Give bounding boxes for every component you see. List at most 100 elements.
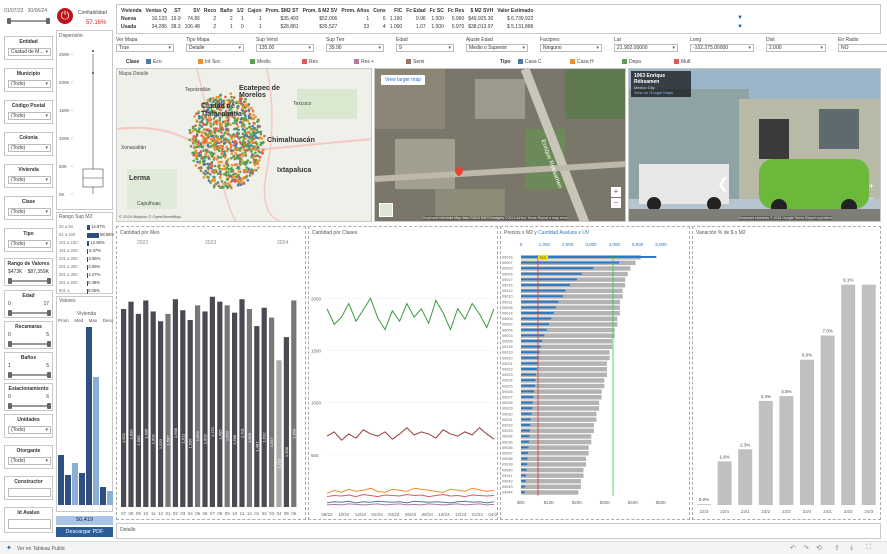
- rango-slider[interactable]: [8, 278, 51, 284]
- vivienda-dropdown[interactable]: (Todo): [8, 176, 51, 184]
- kpi-row-usada[interactable]: Usada 34,286 38.3 106.48 2 1 0 1 $28,881 $35,527 2…: [119, 23, 535, 31]
- edad-slider[interactable]: [8, 310, 51, 316]
- power-icon[interactable]: ⏻: [57, 8, 73, 24]
- param-input[interactable]: 9: [396, 44, 454, 52]
- kpi-header-cell[interactable]: Ventas Q: [143, 7, 168, 15]
- kpi-header-cell[interactable]: Cajon: [246, 7, 264, 15]
- bar-count: [521, 295, 563, 298]
- share-icon[interactable]: ⇪: [834, 544, 840, 552]
- param-input[interactable]: Detalle: [186, 44, 244, 52]
- rango-row[interactable]: 201 a 250 2.86%: [57, 256, 114, 263]
- param-input[interactable]: -102.275.00000: [690, 44, 754, 52]
- cp-dropdown[interactable]: (Todo): [8, 112, 51, 120]
- param-input[interactable]: 2,000: [766, 44, 826, 52]
- legend-item[interactable]: Casa C: [518, 59, 542, 65]
- param-input[interactable]: Ninguno: [540, 44, 602, 52]
- undo-icon[interactable]: ↶: [790, 544, 796, 552]
- map-dot: [211, 137, 215, 141]
- chart-variacion-svg[interactable]: 0.0% 22/3 1.8% 22/4 2.3% 23/1 4.3% 23/2 4.5% 23/3…: [693, 237, 880, 519]
- kpi-header-cell[interactable]: FIC: [388, 7, 405, 15]
- legend-item[interactable]: Mult: [674, 59, 690, 65]
- chart-clases-svg[interactable]: 2000 1500 1000 500 08/22 10/22 12/22 02/23 04/23…: [309, 237, 497, 519]
- download-icon[interactable]: ⤓: [850, 544, 853, 552]
- sort-icon[interactable]: ▼: [737, 15, 743, 21]
- idavaluo-input[interactable]: [8, 519, 51, 529]
- download-pdf-button[interactable]: Descargar PDF: [56, 527, 113, 537]
- map-dot: [217, 184, 221, 188]
- fullscreen-icon[interactable]: ⛶: [866, 544, 871, 552]
- kpi-header-cell[interactable]: $ M2 SVH: [466, 7, 495, 15]
- zoom-out-button[interactable]: −: [611, 198, 621, 208]
- rango-row[interactable]: 151 a 200 5.37%: [57, 248, 114, 255]
- unidades-dropdown[interactable]: (Todo): [8, 426, 51, 434]
- sv-link[interactable]: View on Google Maps: [634, 90, 688, 95]
- map-type-thumbnail[interactable]: [379, 203, 393, 217]
- clase-dropdown[interactable]: (Todo): [8, 208, 51, 216]
- estac-slider[interactable]: [8, 403, 51, 409]
- municipio-dropdown[interactable]: (Todo): [8, 80, 51, 88]
- revert-icon[interactable]: ⟲: [816, 544, 822, 552]
- legend-item[interactable]: Semi: [406, 59, 424, 65]
- param-input[interactable]: 135.00: [256, 44, 314, 52]
- sv-arrow-left-icon[interactable]: ❮: [717, 175, 729, 192]
- view-larger-map-button[interactable]: View larger map: [381, 75, 426, 85]
- zoom-in-button[interactable]: +: [611, 187, 621, 197]
- rango-row[interactable]: 51 a 100 58.56%: [57, 232, 114, 239]
- tableau-link[interactable]: Ver en Tableau Public: [17, 546, 65, 552]
- kpi-header-cell[interactable]: Reco: [202, 7, 218, 15]
- street-view-panel[interactable]: 1063 Enrique Rébsamen Mexico City View o…: [628, 68, 881, 222]
- kpi-header-cell[interactable]: Valor Estimado: [495, 7, 535, 15]
- recamaras-slider[interactable]: [8, 341, 51, 347]
- sv-zoom-out-button[interactable]: −: [869, 193, 874, 203]
- param-input[interactable]: True: [116, 44, 174, 52]
- kpi-header-cell[interactable]: 1/2: [235, 7, 246, 15]
- kpi-header-cell[interactable]: Baño: [218, 7, 235, 15]
- map-dot: [194, 140, 197, 143]
- kpi-row-nueva[interactable]: Nueva 16,133 19.9 74.86 2 2 1 1 $35,493 $52,006 1 6…: [119, 15, 535, 23]
- kpi-header-cell[interactable]: SV: [183, 7, 202, 15]
- map-detail-panel[interactable]: Mapa Detalle Ecatepec de Morelos Ciudad …: [116, 68, 372, 222]
- legend-item[interactable]: Res: [302, 59, 318, 65]
- sort-icon[interactable]: ▼: [737, 24, 743, 30]
- rango-row[interactable]: 301 a 350 2.27%: [57, 272, 114, 279]
- kpi-header-cell[interactable]: Prom. $M2 ST: [264, 7, 301, 15]
- satellite-map-panel[interactable]: View larger map Enrique Rébsamen + − Key…: [374, 68, 626, 222]
- otorgante-dropdown[interactable]: (Todo): [8, 457, 51, 465]
- date-slider[interactable]: [7, 18, 50, 24]
- tipo-dropdown[interactable]: (Todo): [8, 240, 51, 248]
- rango-row[interactable]: 351 a 500 0.49%: [57, 280, 114, 287]
- rango-row[interactable]: 101 a 150 12.05%: [57, 240, 114, 247]
- kpi-header-cell[interactable]: Prom. Años: [339, 7, 371, 15]
- legend-item[interactable]: Casa H: [570, 59, 594, 65]
- legend-item[interactable]: Depa: [622, 59, 641, 65]
- param-input[interactable]: NO: [838, 44, 887, 52]
- rango-row[interactable]: 30 a 50 14.67%: [57, 224, 114, 231]
- kpi-header-cell[interactable]: ST: [169, 7, 183, 15]
- chart-mes-svg[interactable]: 1,621 07 1,690 08 1,589 09 1,695 10 1,602 11 1,520…: [117, 245, 305, 519]
- banos-slider[interactable]: [8, 372, 51, 378]
- date-slider-panel[interactable]: [4, 14, 53, 26]
- param-input[interactable]: 39.90: [326, 44, 384, 52]
- rango-row[interactable]: 251 a 300 2.06%: [57, 264, 114, 271]
- legend-item[interactable]: Eco: [146, 59, 162, 65]
- legend-item[interactable]: Int Soc: [198, 59, 221, 65]
- param-input[interactable]: 21.902.00000: [614, 44, 678, 52]
- legend-item[interactable]: Res +: [354, 59, 374, 65]
- kpi-header-cell[interactable]: Fc Edad: [404, 7, 427, 15]
- kpi-header-cell[interactable]: Fc SC: [428, 7, 446, 15]
- param-input[interactable]: Medio o Superior: [466, 44, 528, 52]
- rango-row[interactable]: 501 a 0.05%: [57, 288, 114, 295]
- rango-label: 351 a 500: [59, 280, 78, 285]
- redo-icon[interactable]: ↷: [803, 544, 809, 552]
- constructor-input[interactable]: [8, 488, 51, 497]
- kpi-header-cell[interactable]: Fc Res: [446, 7, 466, 15]
- entidad-dropdown[interactable]: Ciudad de M...: [8, 48, 51, 56]
- legend-item[interactable]: Medio: [250, 59, 271, 65]
- chart-precios-svg[interactable]: 0 1,000 2,000 3,000 4,000 5,000 6,000090160900…: [501, 237, 689, 519]
- sv-zoom-in-button[interactable]: +: [869, 181, 874, 191]
- map-dot: [225, 145, 228, 149]
- kpi-header-cell[interactable]: Vivienda: [119, 7, 143, 15]
- kpi-header-cell[interactable]: Prom. $ M2 SV: [301, 7, 340, 15]
- colonia-dropdown[interactable]: (Todo): [8, 144, 51, 152]
- kpi-header-cell[interactable]: Cons: [371, 7, 388, 15]
